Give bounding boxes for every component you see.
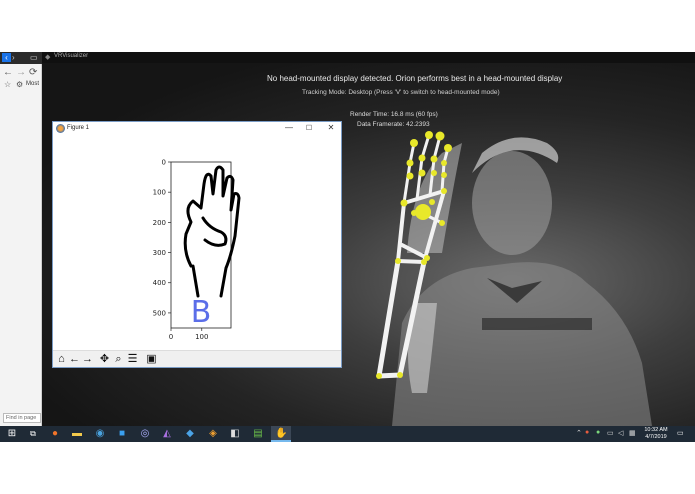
git-icon[interactable]: ◆ [184, 428, 196, 440]
save-icon[interactable]: ▣ [145, 352, 158, 366]
forward-icon[interactable]: → [16, 67, 26, 78]
close-button[interactable]: ✕ [321, 123, 341, 132]
browser-window: ‹ › ▭ ← → ⟳ ☆ ⚙ Most Find in page [0, 52, 42, 442]
star-icon[interactable]: ☆ [4, 80, 11, 89]
data-framerate-text: Data Framerate: 42.2393 [357, 121, 430, 128]
figure-toolbar: ⌂ ← → ✥ ⌕ ☰ ▣ [53, 350, 341, 367]
tab-scroll-left-button[interactable]: ‹ [2, 53, 11, 62]
clock-time: 10:32 AM [644, 427, 668, 433]
tray-chevron-icon[interactable]: ⌃ [576, 429, 582, 437]
maximize-button[interactable]: ☐ [299, 124, 319, 132]
figure-title: Figure 1 [67, 125, 90, 131]
new-tab-icon[interactable]: ▭ [30, 53, 38, 62]
tray-app-icon-2[interactable]: ● [596, 429, 600, 436]
visualizer-title: VRVisualizer [54, 53, 89, 59]
tray-app-icon[interactable]: ● [585, 429, 589, 436]
tracking-mode-text: Tracking Mode: Desktop (Press 'V' to swi… [302, 89, 500, 96]
clock-date: 4/7/2019 [645, 434, 667, 440]
leap-motion-icon[interactable]: ✋ [275, 428, 287, 440]
gear-icon[interactable]: ⚙ [16, 80, 23, 89]
firefox-icon[interactable]: ● [49, 428, 61, 440]
figure-window: Figure 1 — ☐ ✕ 0 100 200 300 400 500 0 100 B ⌂… [52, 121, 342, 368]
network-icon[interactable]: ▭ [607, 429, 614, 437]
find-in-page-input[interactable]: Find in page [3, 413, 41, 423]
home-icon[interactable]: ⌂ [55, 352, 68, 366]
taskbar-clock[interactable]: 10:32 AM 4/7/2019 [642, 427, 670, 441]
y-axis-ticks: 0 100 200 300 400 500 [153, 159, 171, 317]
bookmark-most-visited[interactable]: Most [26, 81, 39, 87]
y-tick-label: 100 [153, 189, 166, 197]
back-arrow-icon[interactable]: ← [68, 352, 81, 366]
figure-canvas: 0 100 200 300 400 500 0 100 B [53, 136, 341, 350]
keyboard-icon[interactable]: ▦ [629, 429, 636, 437]
start-windows-icon[interactable]: ⊞ [6, 428, 18, 440]
chrome-icon[interactable]: ◉ [94, 428, 106, 440]
minimize-button[interactable]: — [279, 123, 299, 132]
desktop-screen: ‹ › ▭ ← → ⟳ ☆ ⚙ Most Find in page ◆ VRVi… [0, 52, 695, 442]
app-icon-2[interactable]: ▤ [252, 428, 264, 440]
unity-icon[interactable]: ◈ [207, 428, 219, 440]
predicted-letter: B [191, 295, 212, 330]
reload-icon[interactable]: ⟳ [29, 67, 37, 78]
notepad-icon[interactable]: ◧ [229, 428, 241, 440]
forward-arrow-icon[interactable]: → [81, 352, 94, 366]
y-tick-label: 0 [162, 159, 166, 167]
y-tick-label: 200 [153, 219, 166, 227]
y-tick-label: 400 [153, 279, 166, 287]
taskbar: ⊞ ⧉ ● ▬ ◉ ■ ◎ ◭ ◆ ◈ ◧ ▤ ✋ ⌃ ● ● ▭ ◁ ▦ 10… [0, 426, 695, 442]
back-icon[interactable]: ← [3, 67, 13, 78]
store-icon[interactable]: ■ [116, 428, 128, 440]
plot-svg: 0 100 200 300 400 500 0 100 B [153, 159, 241, 341]
app-icon[interactable]: ◎ [139, 428, 151, 440]
file-explorer-icon[interactable]: ▬ [71, 428, 83, 440]
configure-icon[interactable]: ☰ [126, 352, 139, 366]
task-view-icon[interactable]: ⧉ [27, 428, 39, 440]
app-icon: ◆ [45, 54, 51, 61]
visualizer-titlebar: ◆ VRVisualizer [42, 52, 695, 63]
hmd-warning-text: No head-mounted display detected. Orion … [267, 74, 563, 83]
y-tick-label: 500 [153, 309, 166, 317]
figure-titlebar: Figure 1 — ☐ ✕ [53, 122, 341, 136]
notification-icon[interactable]: ▭ [677, 429, 684, 437]
visual-studio-icon[interactable]: ◭ [161, 428, 173, 440]
zoom-icon[interactable]: ⌕ [112, 352, 125, 366]
matplotlib-logo-icon [56, 124, 65, 133]
render-time-text: Render Time: 16.8 ms (60 fps) [350, 111, 438, 118]
x-tick-label: 0 [169, 333, 173, 341]
browser-tabstrip: ‹ › ▭ [0, 52, 42, 64]
x-tick-label: 100 [195, 333, 208, 341]
y-tick-label: 300 [153, 249, 166, 257]
pan-icon[interactable]: ✥ [98, 352, 111, 366]
volume-icon[interactable]: ◁ [618, 429, 623, 437]
tab-scroll-right-button[interactable]: › [12, 53, 15, 62]
